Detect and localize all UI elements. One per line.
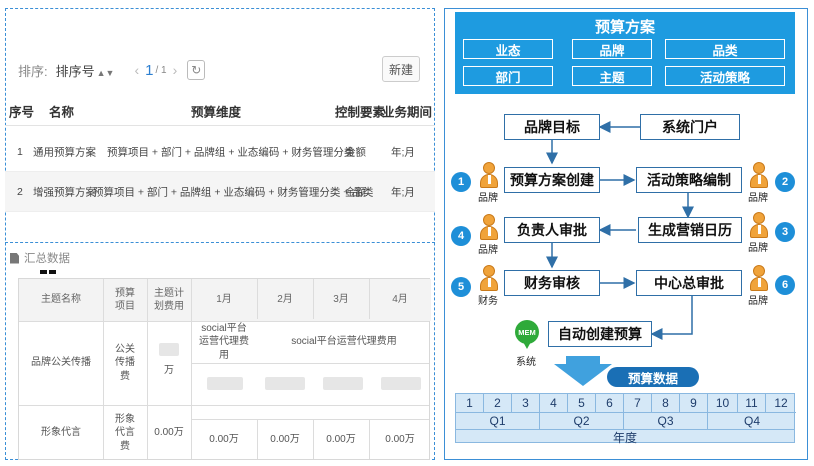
box-center-approval: 中心总审批: [636, 270, 742, 296]
box-activity-strategy: 活动策略编制: [636, 167, 742, 193]
box-owner-approval: 负责人审批: [504, 217, 600, 243]
step-3-badge: 3: [775, 222, 795, 242]
brand-person-icon: [478, 214, 500, 242]
quarter-1: Q1: [456, 412, 540, 429]
box-brand-target: 品牌目标: [504, 114, 600, 140]
box-create-plan: 预算方案创建: [504, 167, 600, 193]
step-6-badge: 6: [775, 275, 795, 295]
month-7: 7: [624, 394, 652, 412]
system-role-label: 系统: [516, 357, 536, 368]
box-auto-budget: 自动创建预算: [548, 321, 652, 347]
month-9: 9: [680, 394, 708, 412]
budget-data-label: 预算数据: [607, 367, 699, 387]
month-1: 1: [456, 394, 484, 412]
quarter-2: Q2: [540, 412, 624, 429]
month-2: 2: [484, 394, 512, 412]
role-label: 品牌: [478, 193, 498, 204]
step-4-badge: 4: [451, 226, 471, 246]
quarter-4: Q4: [708, 412, 796, 429]
month-12: 12: [774, 396, 788, 410]
role-label: 品牌: [478, 245, 498, 256]
mem-system-icon: MEM: [515, 320, 539, 350]
box-marketing-calendar: 生成营销日历: [638, 217, 742, 243]
step-2-badge: 2: [775, 172, 795, 192]
role-label: 品牌: [748, 296, 768, 307]
month-8: 8: [652, 394, 680, 412]
month-6: 6: [596, 394, 624, 412]
brand-person-icon: [748, 265, 770, 293]
month-5: 5: [568, 394, 596, 412]
year-label: 年度: [456, 429, 794, 445]
role-label: 品牌: [748, 193, 768, 204]
step-5-badge: 5: [451, 277, 471, 297]
finance-person-icon: [478, 265, 500, 293]
role-label: 财务: [478, 296, 498, 307]
brand-person-icon: [748, 212, 770, 240]
fiscal-calendar: 1 2 3 4 5 6 7 8 9 10 11 12 Q1 Q2 Q3 Q4 年…: [455, 393, 796, 445]
box-system-portal: 系统门户: [640, 114, 740, 140]
step-1-badge: 1: [451, 172, 471, 192]
month-11: 11: [738, 394, 766, 412]
month-10: 10: [708, 394, 738, 412]
month-3: 3: [512, 394, 540, 412]
brand-person-icon: [748, 162, 770, 190]
box-finance-review: 财务审核: [504, 270, 600, 296]
quarter-3: Q3: [624, 412, 708, 429]
role-label: 品牌: [748, 243, 768, 254]
month-4: 4: [540, 394, 568, 412]
brand-person-icon: [478, 162, 500, 190]
